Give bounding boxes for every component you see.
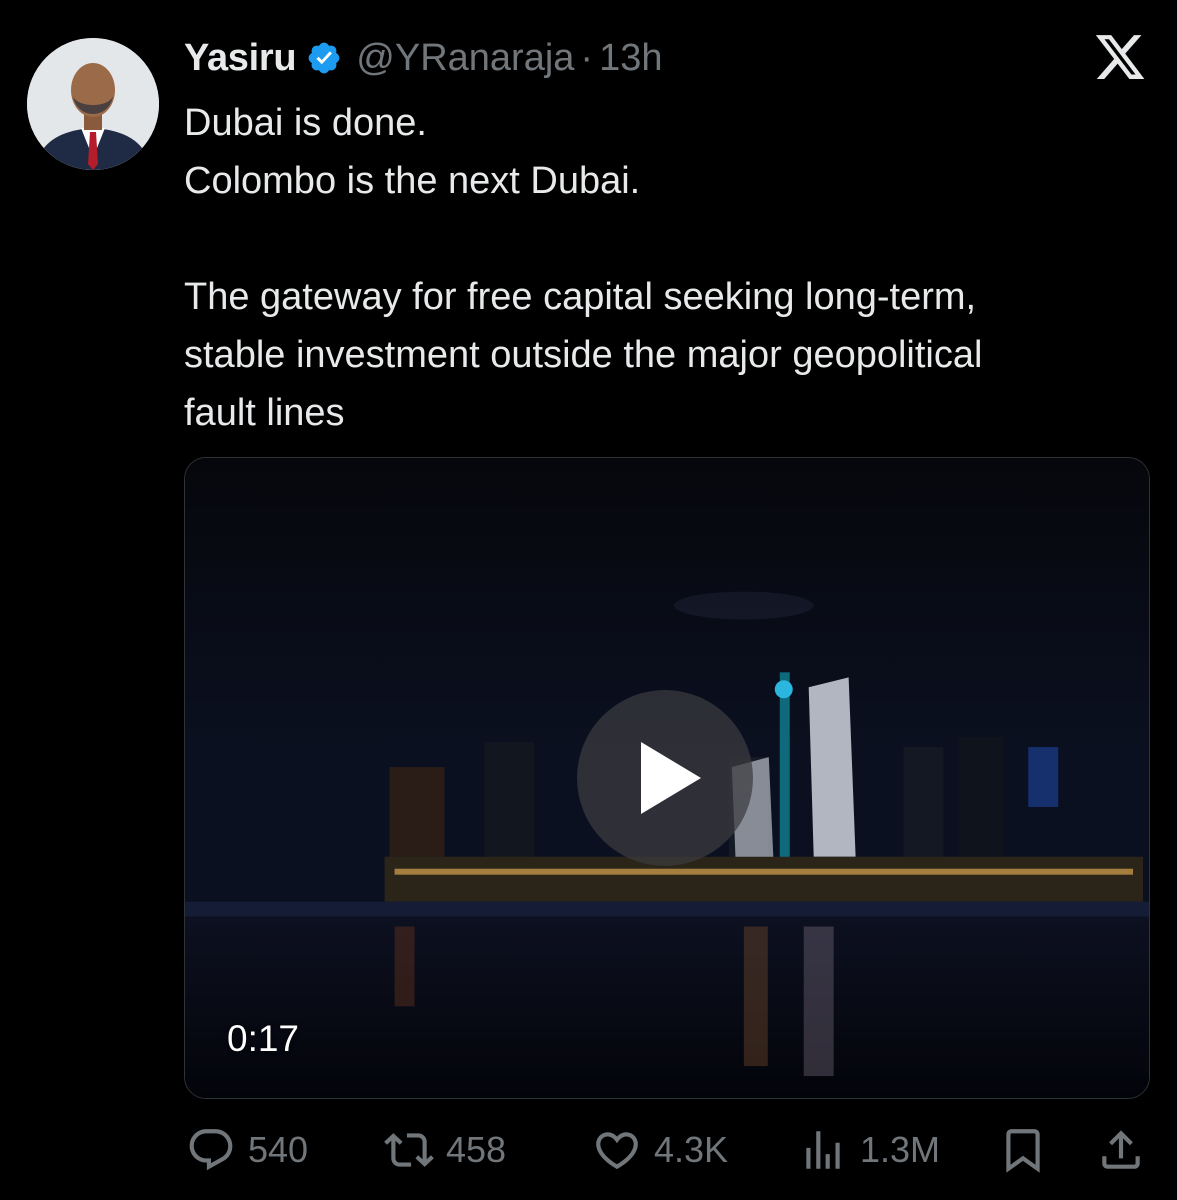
video-player[interactable]: 0:17 [184, 457, 1150, 1099]
retweet-icon [384, 1133, 434, 1167]
tweet-line: The gateway for free capital seeking lon… [184, 276, 977, 318]
retweet-count: 458 [446, 1129, 507, 1170]
bookmark-icon [1006, 1129, 1040, 1173]
tweet-line: Dubai is done. [184, 102, 427, 144]
retweet-button[interactable]: 458 [384, 1122, 506, 1178]
separator-dot: · [580, 36, 594, 79]
reply-icon [189, 1129, 233, 1171]
reply-button[interactable]: 540 [186, 1122, 308, 1178]
tweet-text: Dubai is done. Colombo is the next Dubai… [184, 94, 1159, 442]
tweet-line: Colombo is the next Dubai. [184, 160, 641, 202]
tweet-line: fault lines [184, 392, 345, 434]
bookmark-button[interactable] [998, 1122, 1048, 1178]
play-button[interactable] [577, 690, 753, 866]
views-button[interactable]: 1.3M [798, 1122, 940, 1178]
views-icon [806, 1131, 840, 1169]
verified-badge-icon [308, 42, 340, 74]
avatar-image [27, 38, 159, 170]
action-bar: 540 458 4.3K 1.3M [186, 1122, 1146, 1178]
tweet-header: Yasiru @YRanaraja · 13h [184, 34, 662, 82]
share-icon [1102, 1130, 1140, 1169]
author-name[interactable]: Yasiru [184, 37, 297, 80]
share-button[interactable] [1096, 1122, 1146, 1178]
avatar[interactable] [27, 38, 159, 170]
video-duration: 0:17 [227, 1018, 300, 1059]
author-handle[interactable]: @YRanaraja [356, 37, 574, 80]
tweet-line: stable investment outside the major geop… [184, 334, 983, 376]
timestamp[interactable]: 13h [599, 37, 662, 80]
play-icon [641, 742, 701, 814]
like-button[interactable]: 4.3K [592, 1122, 728, 1178]
views-count: 1.3M [860, 1129, 941, 1170]
reply-count: 540 [248, 1129, 309, 1170]
like-icon [596, 1132, 638, 1170]
like-count: 4.3K [654, 1129, 729, 1170]
x-logo-icon [1095, 35, 1145, 79]
